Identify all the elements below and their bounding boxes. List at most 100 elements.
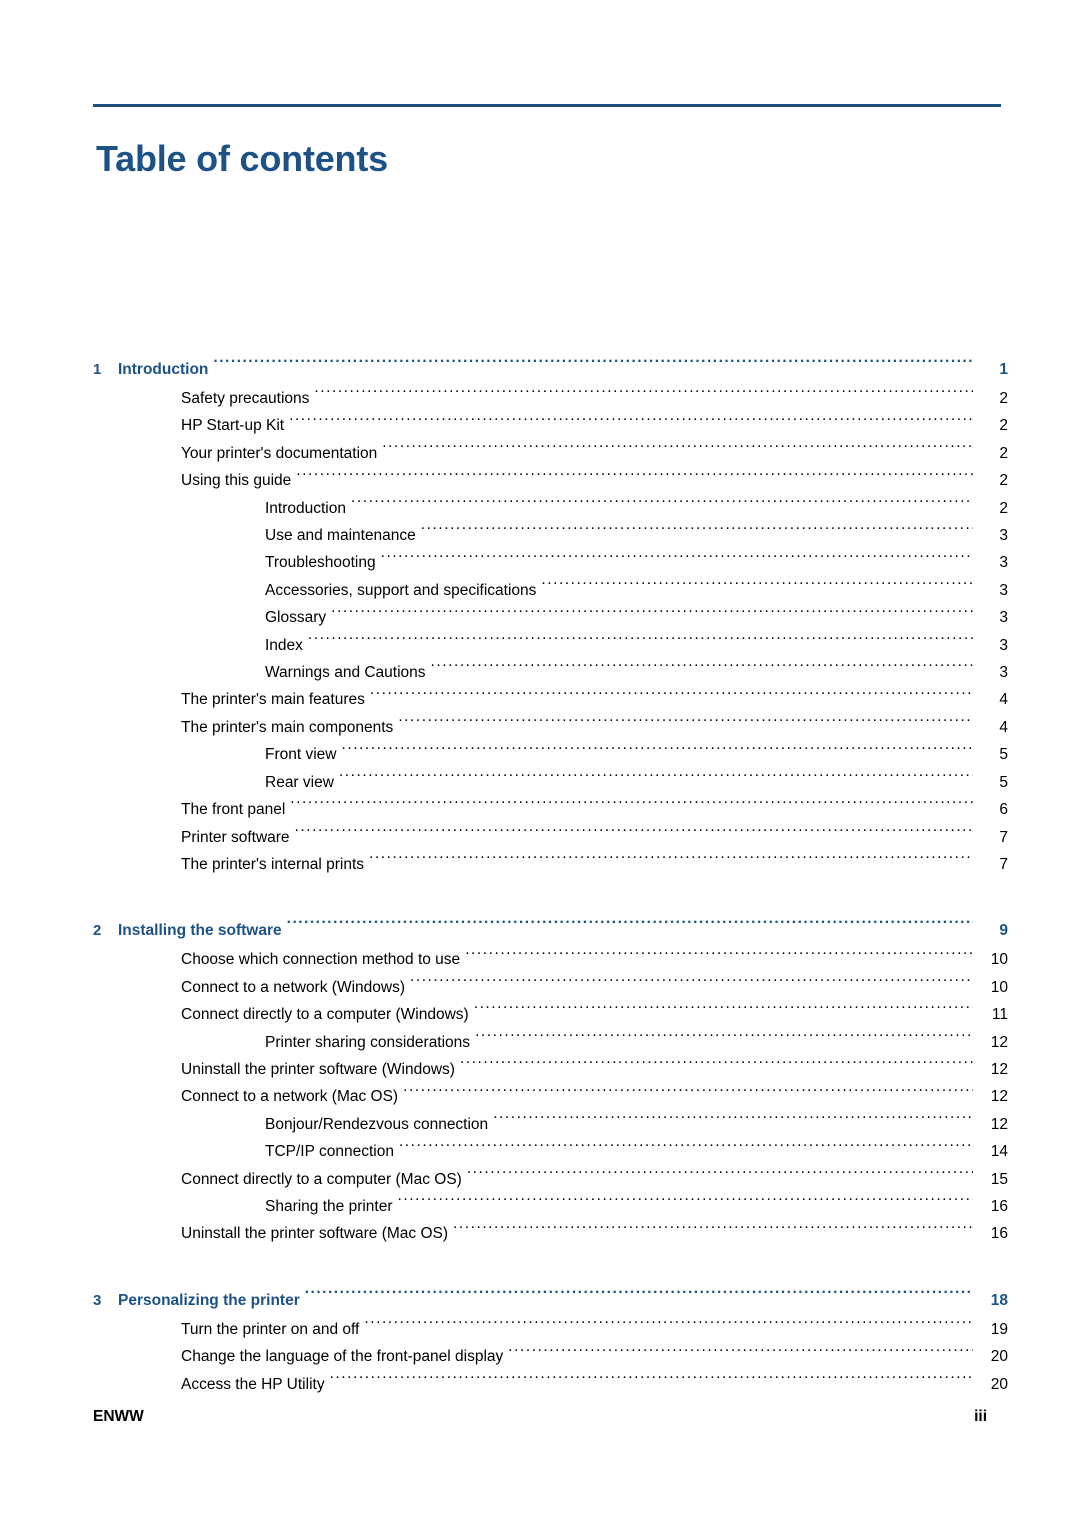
toc-leader-dots [330, 1373, 973, 1389]
toc-leader-dots [331, 607, 973, 623]
toc-entry[interactable]: HP Start-up Kit 2 [93, 412, 1008, 439]
toc-entry-label: Uninstall the printer software (Windows) [181, 1060, 455, 1078]
toc-leader-dots [398, 1195, 973, 1211]
toc-chapter-number: 1 [93, 361, 102, 378]
toc-entry-label: Safety precautions [181, 390, 310, 407]
toc-entry-page-number: 6 [999, 801, 1008, 819]
toc-entry-page-number: 3 [999, 527, 1008, 545]
toc-entry-label: Printer sharing considerations [265, 1033, 471, 1051]
toc-entry[interactable]: Change the language of the front-panel d… [93, 1343, 1008, 1370]
toc-leader-dots [369, 853, 973, 869]
toc-entry-label: Your printer's documentation [181, 444, 378, 462]
toc-entry[interactable]: Rear view 5 [93, 769, 1008, 796]
toc-entry[interactable]: Front view 5 [93, 741, 1008, 768]
toc-leader-dots [403, 1086, 973, 1102]
toc-leader-dots [410, 976, 973, 992]
toc-leader-dots [351, 497, 973, 513]
toc-entry-page-number: 3 [999, 581, 1008, 599]
toc-entry-label: Printer software [181, 828, 290, 846]
toc-entry[interactable]: Printer software 7 [93, 824, 1008, 851]
toc-leader-dots [382, 442, 973, 458]
toc-chapter-page-number: 1 [999, 361, 1008, 378]
toc-entry[interactable]: Bonjour/Rendezvous connection 12 [93, 1111, 1008, 1138]
toc-leader-dots [370, 689, 973, 705]
toc-leader-dots [314, 388, 973, 404]
toc-entry-page-number: 5 [999, 746, 1008, 764]
toc-entry[interactable]: Uninstall the printer software (Windows)… [93, 1056, 1008, 1083]
toc-entry[interactable]: Connect directly to a computer (Mac OS) 1… [93, 1166, 1008, 1193]
toc-entry[interactable]: Turn the printer on and off 19 [93, 1316, 1008, 1343]
toc-leader-dots [308, 634, 973, 650]
toc-entry[interactable]: Connect to a network (Windows) 10 [93, 974, 1008, 1001]
toc-entry-page-number: 15 [990, 1170, 1008, 1188]
page-title: Table of contents [96, 138, 388, 180]
toc-entry[interactable]: Use and maintenance 3 [93, 522, 1008, 549]
toc-entry[interactable]: Connect to a network (Mac OS) 12 [93, 1083, 1008, 1110]
toc-entry[interactable]: Safety precautions 2 [93, 385, 1008, 412]
toc-entry-label: Access the HP Utility [181, 1375, 325, 1393]
toc-chapter-entry[interactable]: 1 Introduction 1 [93, 355, 1008, 385]
toc-entry-page-number: 10 [990, 951, 1008, 969]
toc-leader-dots [289, 415, 973, 431]
toc-entry-page-number: 2 [999, 499, 1008, 517]
toc-entry-page-number: 16 [990, 1197, 1008, 1215]
toc-chapter-entry[interactable]: 3 Personalizing the printer 18 [93, 1286, 1008, 1316]
toc-entry[interactable]: Access the HP Utility 20 [93, 1371, 1008, 1398]
toc-entry-label: Glossary [265, 609, 327, 627]
toc-leader-dots [398, 716, 973, 732]
toc-entry-label: Uninstall the printer software (Mac OS) [181, 1225, 449, 1243]
toc-entry[interactable]: Accessories, support and specifications 3 [93, 577, 1008, 604]
toc-entry[interactable]: Connect directly to a computer (Windows)… [93, 1001, 1008, 1028]
toc-leader-dots [287, 920, 973, 936]
toc-entry-page-number: 3 [999, 554, 1008, 572]
toc-entry-label: Rear view [265, 773, 334, 791]
toc-entry-label: HP Start-up Kit [181, 417, 285, 435]
toc-chapter-number: 3 [93, 1291, 102, 1309]
toc-entry[interactable]: Your printer's documentation 2 [93, 440, 1008, 467]
toc-chapter-page-number: 9 [999, 922, 1008, 940]
toc-leader-dots [474, 1004, 973, 1020]
toc-entry[interactable]: TCP/IP connection 14 [93, 1138, 1008, 1165]
toc-chapter-number: 2 [93, 922, 102, 940]
toc-entry[interactable]: Glossary 3 [93, 604, 1008, 631]
toc-entry-page-number: 4 [999, 691, 1008, 709]
toc-leader-dots [431, 662, 973, 678]
toc-leader-dots [421, 525, 973, 541]
toc-entry[interactable]: Choose which connection method to use 10 [93, 946, 1008, 973]
toc-chapter-label: Personalizing the printer [118, 1291, 300, 1309]
toc-entry[interactable]: Troubleshooting 3 [93, 549, 1008, 576]
toc-entry[interactable]: The printer's internal prints 7 [93, 851, 1008, 878]
toc-chapter-label: Introduction [118, 361, 209, 378]
toc-leader-dots [381, 552, 973, 568]
toc-entry[interactable]: The front panel 6 [93, 796, 1008, 823]
document-page: Table of contents 1 Introduction 1 Safety p… [0, 0, 1080, 1527]
toc-entry-label: Index [265, 636, 303, 654]
toc-entry-page-number: 2 [999, 444, 1008, 462]
toc-entry-label: Turn the printer on and off [181, 1320, 360, 1338]
toc-entry-page-number: 7 [999, 828, 1008, 846]
toc-chapter-block: 2 Installing the software 9 Choose which co… [93, 916, 1008, 1247]
toc-entry[interactable]: Sharing the printer 16 [93, 1193, 1008, 1220]
toc-entry[interactable]: Printer sharing considerations 12 [93, 1029, 1008, 1056]
toc-entry-label: The printer's main components [181, 718, 394, 736]
toc-chapter-entry[interactable]: 2 Installing the software 9 [93, 916, 1008, 946]
footer-left: ENWW [93, 1408, 144, 1425]
table-of-contents: 1Introduction1Safety precautions2HP Star… [93, 355, 1008, 1398]
title-rule [93, 104, 1001, 107]
toc-entry-label: Troubleshooting [265, 554, 376, 572]
toc-entry[interactable]: The printer's main features 4 [93, 686, 1008, 713]
toc-entry[interactable]: Introduction 2 [93, 495, 1008, 522]
toc-leader-dots [508, 1346, 973, 1362]
toc-entry[interactable]: The printer's main components 4 [93, 714, 1008, 741]
toc-chapter-block: 3 Personalizing the printer 18 Turn the pri… [93, 1286, 1008, 1398]
toc-entry-page-number: 12 [990, 1060, 1008, 1078]
toc-entry[interactable]: Uninstall the printer software (Mac OS) 1… [93, 1220, 1008, 1247]
toc-entry-page-number: 12 [990, 1088, 1008, 1106]
toc-entry-page-number: 20 [990, 1375, 1008, 1393]
toc-entry-label: Introduction [265, 499, 346, 517]
toc-entry-label: Connect directly to a computer (Windows) [181, 1006, 469, 1024]
toc-entry[interactable]: Warnings and Cautions 3 [93, 659, 1008, 686]
toc-entry[interactable]: Index 3 [93, 632, 1008, 659]
toc-entry[interactable]: Using this guide 2 [93, 467, 1008, 494]
toc-leader-dots [305, 1289, 973, 1305]
